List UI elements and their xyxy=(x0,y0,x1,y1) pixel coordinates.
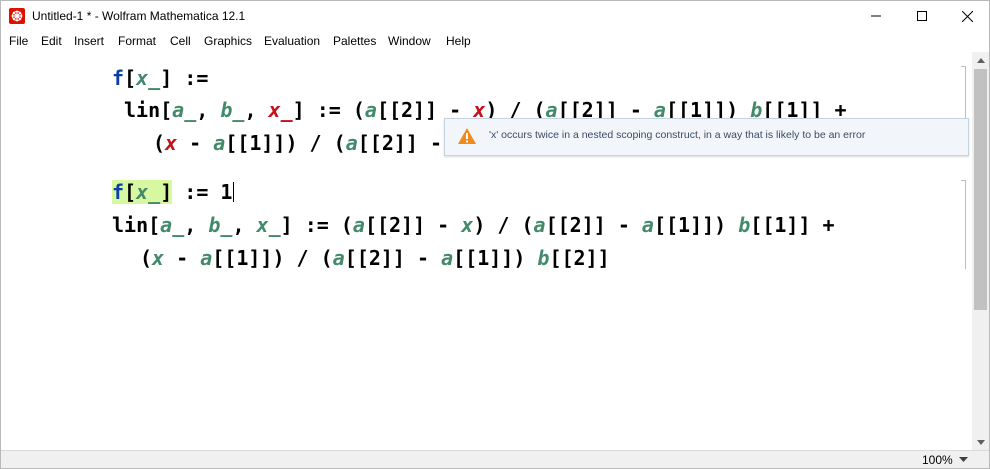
vertical-scrollbar[interactable] xyxy=(972,52,989,450)
cell2-line3[interactable]: (x - a[[1]]) / (a[[2]] - a[[1]]) b[[2]] xyxy=(140,246,610,270)
warning-triangle-icon xyxy=(458,128,476,144)
minimize-icon xyxy=(871,15,881,17)
scroll-up-button[interactable] xyxy=(972,52,989,68)
scroll-down-button[interactable] xyxy=(972,434,989,450)
menu-cell[interactable]: Cell xyxy=(170,34,191,48)
menu-edit[interactable]: Edit xyxy=(41,34,62,48)
menu-help[interactable]: Help xyxy=(446,34,471,48)
cell2-line1[interactable]: f[x_] := 1 xyxy=(112,180,235,204)
menu-palettes[interactable]: Palettes xyxy=(333,34,376,48)
zoom-level[interactable]: 100% xyxy=(922,453,953,467)
minimize-button[interactable] xyxy=(853,1,899,31)
menu-insert[interactable]: Insert xyxy=(74,34,104,48)
cell1-line1[interactable]: f[x_] := xyxy=(112,66,208,90)
cell2-line2[interactable]: lin[a_, b_, x_] := (a[[2]] - x) / (a[[2]… xyxy=(112,213,835,237)
mathematica-star-icon xyxy=(9,8,25,24)
menu-bar: File Edit Insert Format Cell Graphics Ev… xyxy=(1,31,989,52)
close-button[interactable] xyxy=(944,1,989,31)
warning-message: 'x' occurs twice in a nested scoping con… xyxy=(489,129,866,141)
maximize-button[interactable] xyxy=(899,1,945,31)
menu-format[interactable]: Format xyxy=(118,34,156,48)
menu-graphics[interactable]: Graphics xyxy=(204,34,252,48)
warning-tooltip: 'x' occurs twice in a nested scoping con… xyxy=(444,118,969,156)
text-cursor xyxy=(233,182,235,202)
scroll-down-icon xyxy=(976,439,985,445)
scroll-up-icon xyxy=(976,57,985,63)
close-icon xyxy=(961,10,973,22)
cell2-bracket[interactable] xyxy=(961,180,966,269)
menu-evaluation[interactable]: Evaluation xyxy=(264,34,320,48)
zoom-dropdown-icon[interactable] xyxy=(959,455,968,464)
notebook-area[interactable]: f[x_] := lin[a_, b_, x_] := (a[[2]] - x)… xyxy=(1,52,971,450)
scrollbar-thumb[interactable] xyxy=(974,69,987,310)
cell1-line3[interactable]: (x - a[[1]]) / (a[[2]] - a[ xyxy=(153,131,478,155)
mathematica-window: Untitled-1 * - Wolfram Mathematica 12.1 … xyxy=(0,0,990,469)
menu-file[interactable]: File xyxy=(9,34,28,48)
menu-window[interactable]: Window xyxy=(388,34,431,48)
title-bar: Untitled-1 * - Wolfram Mathematica 12.1 xyxy=(1,1,989,31)
status-bar: 100% xyxy=(1,450,989,468)
maximize-icon xyxy=(917,11,927,21)
window-title: Untitled-1 * - Wolfram Mathematica 12.1 xyxy=(32,9,246,23)
